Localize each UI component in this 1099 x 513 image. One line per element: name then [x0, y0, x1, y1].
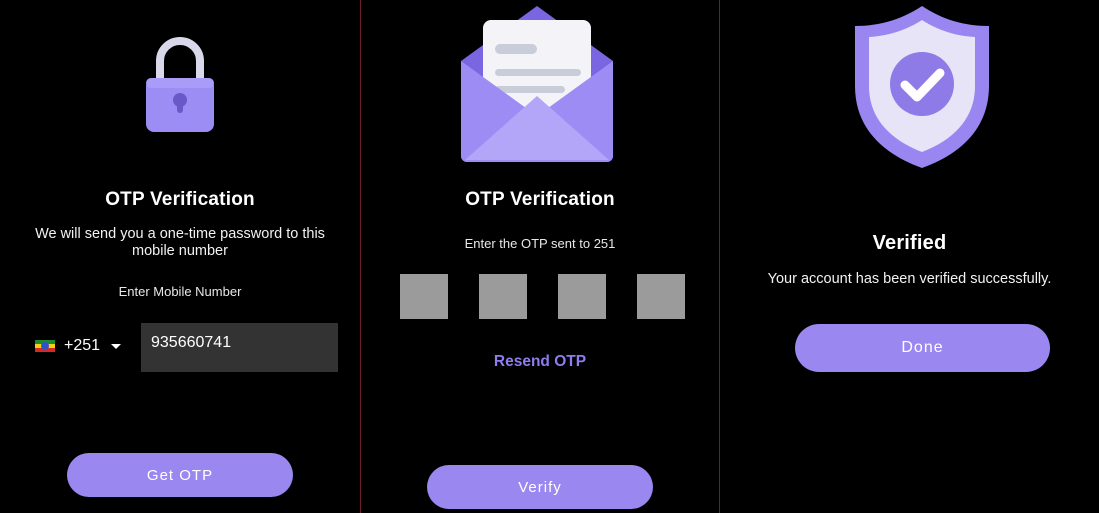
- caret-down-icon: [111, 343, 122, 349]
- otp-digit-2[interactable]: [479, 274, 527, 319]
- success-message: Your account has been verified successfu…: [767, 271, 1052, 287]
- page-title: OTP Verification: [105, 189, 255, 210]
- phone-number-input[interactable]: [141, 323, 338, 372]
- done-button[interactable]: Done: [795, 324, 1050, 372]
- verify-otp-screen: OTP Verification Enter the OTP sent to 2…: [361, 0, 719, 513]
- get-otp-button[interactable]: Get OTP: [67, 453, 293, 497]
- ethiopia-flag-icon: [35, 339, 55, 353]
- country-code-text: +251: [64, 337, 101, 354]
- send-otp-screen: OTP Verification We will send you a one-…: [0, 0, 360, 513]
- phone-label: Enter Mobile Number: [118, 284, 242, 299]
- description-text: We will send you a one-time password to …: [35, 226, 325, 259]
- otp-digit-4[interactable]: [637, 274, 685, 319]
- shield-check-icon: [853, 6, 991, 173]
- lock-icon: [140, 33, 220, 138]
- verify-button[interactable]: Verify: [427, 465, 653, 509]
- otp-digit-1[interactable]: [400, 274, 448, 319]
- screens-container: OTP Verification We will send you a one-…: [0, 0, 1099, 513]
- page-title: Verified: [872, 232, 947, 254]
- resend-otp-link[interactable]: Resend OTP: [361, 353, 719, 371]
- otp-digit-3[interactable]: [558, 274, 606, 319]
- envelope-icon: [461, 6, 613, 169]
- page-title: OTP Verification: [465, 189, 615, 210]
- otp-sent-text: Enter the OTP sent to 251: [464, 236, 616, 251]
- country-code-dropdown[interactable]: +251: [35, 337, 122, 355]
- verified-screen: Verified Your account has been verified …: [720, 0, 1099, 513]
